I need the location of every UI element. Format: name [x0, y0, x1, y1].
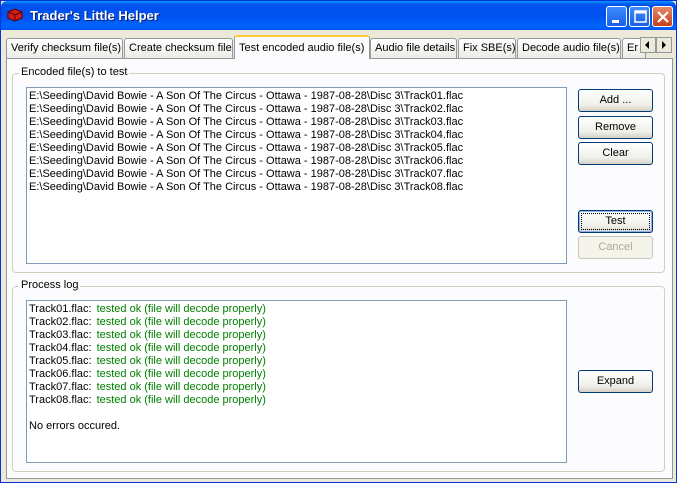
file-list-item[interactable]: E:\Seeding\David Bowie - A Son Of The Ci…	[27, 168, 566, 181]
log-entry-file: Track06.flac:	[29, 368, 92, 380]
expand-button[interactable]: Expand	[578, 370, 653, 393]
cancel-button[interactable]: Cancel	[578, 236, 653, 259]
log-entry-file: Track02.flac:	[29, 316, 92, 328]
log-entry-status: tested ok (file will decode properly)	[96, 329, 266, 341]
process-log-box[interactable]: Track01.flac: tested ok (file will decode…	[26, 300, 567, 463]
log-entry: Track01.flac: tested ok (file will decode…	[27, 303, 566, 316]
log-entry-status: tested ok (file will decode properly)	[96, 368, 266, 380]
tab-test-encoded-audio[interactable]: Test encoded audio file(s)	[234, 35, 370, 59]
tab-decode-audio[interactable]: Decode audio file(s)	[517, 38, 621, 58]
log-summary: No errors occured.	[29, 420, 121, 432]
file-list-item[interactable]: E:\Seeding\David Bowie - A Son Of The Ci…	[27, 103, 566, 116]
minimize-button[interactable]	[606, 6, 627, 27]
log-entry: Track08.flac: tested ok (file will decode…	[27, 394, 566, 407]
file-list-item[interactable]: E:\Seeding\David Bowie - A Son Of The Ci…	[27, 129, 566, 142]
maximize-button[interactable]	[629, 6, 650, 27]
file-list-item[interactable]: E:\Seeding\David Bowie - A Son Of The Ci…	[27, 116, 566, 129]
tab-page: Encoded file(s) to test E:\Seeding\David…	[6, 58, 673, 479]
arrow-left-icon	[645, 41, 649, 49]
encoded-files-list[interactable]: E:\Seeding\David Bowie - A Son Of The Ci…	[26, 87, 567, 264]
log-entry-file: Track07.flac:	[29, 381, 92, 393]
log-entry: Track04.flac: tested ok (file will decode…	[27, 342, 566, 355]
log-entry-file: Track05.flac:	[29, 355, 92, 367]
log-entry-status: tested ok (file will decode properly)	[96, 355, 266, 367]
tab-scroll-right-button[interactable]	[656, 37, 672, 53]
close-button[interactable]	[652, 6, 673, 27]
log-entry-status: tested ok (file will decode properly)	[96, 381, 266, 393]
process-log-group-label: Process log	[19, 279, 81, 291]
close-icon	[657, 11, 669, 23]
log-entry-status: tested ok (file will decode properly)	[96, 342, 266, 354]
encoded-files-group-label: Encoded file(s) to test	[19, 66, 130, 78]
log-entry-status: tested ok (file will decode properly)	[96, 303, 266, 315]
tab-verify-checksum[interactable]: Verify checksum file(s)	[6, 38, 123, 58]
process-log-group: Process log Track01.flac: tested ok (file…	[12, 279, 665, 472]
file-list-item[interactable]: E:\Seeding\David Bowie - A Son Of The Ci…	[27, 181, 566, 194]
file-list-item[interactable]: E:\Seeding\David Bowie - A Son Of The Ci…	[27, 142, 566, 155]
log-entry: Track02.flac: tested ok (file will decode…	[27, 316, 566, 329]
file-list-item[interactable]: E:\Seeding\David Bowie - A Son Of The Ci…	[27, 90, 566, 103]
arrow-right-icon	[662, 41, 666, 49]
minimize-icon	[612, 20, 619, 23]
log-entry: Track06.flac: tested ok (file will decode…	[27, 368, 566, 381]
tab-scroll-left-button[interactable]	[640, 37, 656, 53]
log-entry-status: tested ok (file will decode properly)	[96, 394, 266, 406]
tab-strip: Verify checksum file(s) Create checksum …	[6, 35, 673, 59]
clear-button[interactable]: Clear	[578, 142, 653, 165]
tab-audio-file-details[interactable]: Audio file details	[370, 38, 457, 58]
window-title: Trader's Little Helper	[30, 8, 159, 23]
log-entry: Track03.flac: tested ok (file will decode…	[27, 329, 566, 342]
maximize-icon	[634, 10, 647, 23]
log-entry-file: Track01.flac:	[29, 303, 92, 315]
remove-button[interactable]: Remove	[578, 116, 653, 139]
log-entry-file: Track03.flac:	[29, 329, 92, 341]
log-entry-status: tested ok (file will decode properly)	[96, 316, 266, 328]
encoded-files-group: Encoded file(s) to test E:\Seeding\David…	[12, 66, 665, 273]
tab-fix-sbe[interactable]: Fix SBE(s)	[458, 38, 516, 58]
log-entry: Track05.flac: tested ok (file will decode…	[27, 355, 566, 368]
add-button[interactable]: Add ...	[578, 89, 653, 112]
app-window: Trader's Little Helper Verify checksum f…	[0, 0, 677, 483]
file-list-item[interactable]: E:\Seeding\David Bowie - A Son Of The Ci…	[27, 155, 566, 168]
log-entry-file: Track04.flac:	[29, 342, 92, 354]
log-entry-file: Track08.flac:	[29, 394, 92, 406]
log-entry: Track07.flac: tested ok (file will decode…	[27, 381, 566, 394]
tab-create-checksum[interactable]: Create checksum file	[124, 38, 233, 58]
test-button[interactable]: Test	[578, 210, 653, 233]
app-icon	[7, 8, 23, 22]
title-bar[interactable]: Trader's Little Helper	[1, 1, 676, 30]
